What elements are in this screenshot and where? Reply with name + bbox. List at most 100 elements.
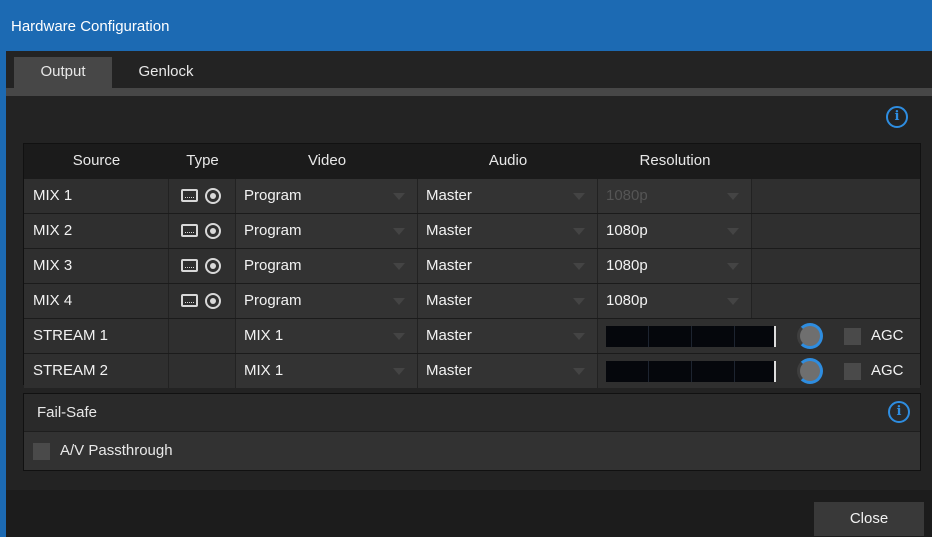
meter-tick — [648, 361, 649, 382]
meter-tick — [734, 361, 735, 382]
source-label: STREAM 2 — [24, 354, 169, 388]
source-label: MIX 3 — [24, 249, 169, 283]
type-cell — [169, 214, 236, 248]
video-dropdown[interactable]: MIX 1 — [236, 319, 418, 353]
gain-knob[interactable] — [797, 358, 823, 384]
close-button[interactable]: Close — [814, 502, 924, 536]
table-row: STREAM 2 MIX 1 Master AGC — [24, 354, 920, 388]
resolution-value: 1080p — [606, 187, 648, 204]
meter-tick — [691, 326, 692, 347]
audio-value: Master — [426, 187, 472, 204]
type-cell — [169, 179, 236, 213]
source-label: MIX 1 — [24, 179, 169, 213]
audio-value: Master — [426, 222, 472, 239]
audio-level-cell: AGC — [598, 319, 920, 353]
camera-icon — [181, 189, 198, 202]
agc-checkbox[interactable] — [844, 328, 861, 345]
resolution-value: 1080p — [606, 222, 648, 239]
record-icon — [205, 223, 221, 239]
resolution-dropdown[interactable]: 1080p — [598, 249, 752, 283]
record-icon — [205, 293, 221, 309]
failsafe-title: Fail-Safe — [37, 404, 98, 421]
table-row: MIX 2 Program Master 1080p — [24, 214, 920, 248]
video-value: MIX 1 — [244, 327, 284, 344]
table-row: MIX 1 Program Master 1080p — [24, 179, 920, 213]
video-dropdown[interactable]: Program — [236, 214, 418, 248]
tab-underline — [6, 88, 932, 96]
table-row: MIX 3 Program Master 1080p — [24, 249, 920, 283]
chevron-down-icon — [393, 368, 405, 375]
record-icon — [205, 258, 221, 274]
camera-icon — [181, 294, 198, 307]
resolution-value: 1080p — [606, 292, 648, 309]
video-value: Program — [244, 222, 302, 239]
tab-output[interactable]: Output — [14, 57, 112, 88]
resolution-dropdown[interactable]: 1080p — [598, 214, 752, 248]
empty-cell — [752, 249, 920, 283]
empty-cell — [752, 284, 920, 318]
gain-knob[interactable] — [797, 323, 823, 349]
source-label: MIX 4 — [24, 284, 169, 318]
table-row: STREAM 1 MIX 1 Master AGC — [24, 319, 920, 353]
tab-genlock[interactable]: Genlock — [112, 57, 220, 88]
audio-dropdown[interactable]: Master — [418, 284, 598, 318]
tab-bar: Output Genlock — [6, 51, 932, 88]
info-icon[interactable]: i — [886, 106, 908, 128]
header-source: Source — [72, 152, 121, 169]
info-icon[interactable]: i — [888, 401, 910, 423]
audio-value: Master — [426, 257, 472, 274]
audio-value: Master — [426, 362, 472, 379]
video-dropdown[interactable]: MIX 1 — [236, 354, 418, 388]
av-passthrough-checkbox[interactable] — [33, 443, 50, 460]
chevron-down-icon — [727, 298, 739, 305]
chevron-down-icon — [573, 368, 585, 375]
failsafe-header — [24, 394, 920, 431]
video-dropdown[interactable]: Program — [236, 284, 418, 318]
chevron-down-icon — [393, 228, 405, 235]
chevron-down-icon — [573, 298, 585, 305]
empty-cell — [752, 214, 920, 248]
audio-dropdown[interactable]: Master — [418, 249, 598, 283]
chevron-down-icon — [727, 263, 739, 270]
chevron-down-icon — [573, 333, 585, 340]
video-dropdown[interactable]: Program — [236, 179, 418, 213]
agc-checkbox[interactable] — [844, 363, 861, 380]
audio-dropdown[interactable]: Master — [418, 179, 598, 213]
meter-tick — [734, 326, 735, 347]
dialog-footer — [6, 490, 932, 537]
chevron-down-icon — [573, 193, 585, 200]
chevron-down-icon — [393, 298, 405, 305]
video-value: Program — [244, 257, 302, 274]
header-video: Video — [307, 152, 347, 169]
av-passthrough-label[interactable]: A/V Passthrough — [60, 432, 173, 470]
chevron-down-icon — [393, 333, 405, 340]
resolution-dropdown: 1080p — [598, 179, 752, 213]
video-dropdown[interactable]: Program — [236, 249, 418, 283]
video-value: Program — [244, 187, 302, 204]
audio-dropdown[interactable]: Master — [418, 354, 598, 388]
header-audio: Audio — [488, 152, 528, 169]
video-value: Program — [244, 292, 302, 309]
record-icon — [205, 188, 221, 204]
audio-dropdown[interactable]: Master — [418, 319, 598, 353]
agc-label: AGC — [871, 327, 904, 344]
audio-dropdown[interactable]: Master — [418, 214, 598, 248]
chevron-down-icon — [393, 193, 405, 200]
audio-value: Master — [426, 292, 472, 309]
resolution-dropdown[interactable]: 1080p — [598, 284, 752, 318]
header-type: Type — [186, 152, 219, 169]
window-title: Hardware Configuration — [0, 0, 932, 51]
chevron-down-icon — [393, 263, 405, 270]
resolution-value: 1080p — [606, 257, 648, 274]
type-cell — [169, 249, 236, 283]
audio-meter — [606, 326, 776, 347]
type-cell — [169, 284, 236, 318]
header-resolution: Resolution — [639, 152, 711, 169]
empty-cell — [752, 179, 920, 213]
camera-icon — [181, 259, 198, 272]
camera-icon — [181, 224, 198, 237]
chevron-down-icon — [573, 228, 585, 235]
chevron-down-icon — [727, 193, 739, 200]
audio-meter — [606, 361, 776, 382]
type-cell — [169, 354, 236, 388]
